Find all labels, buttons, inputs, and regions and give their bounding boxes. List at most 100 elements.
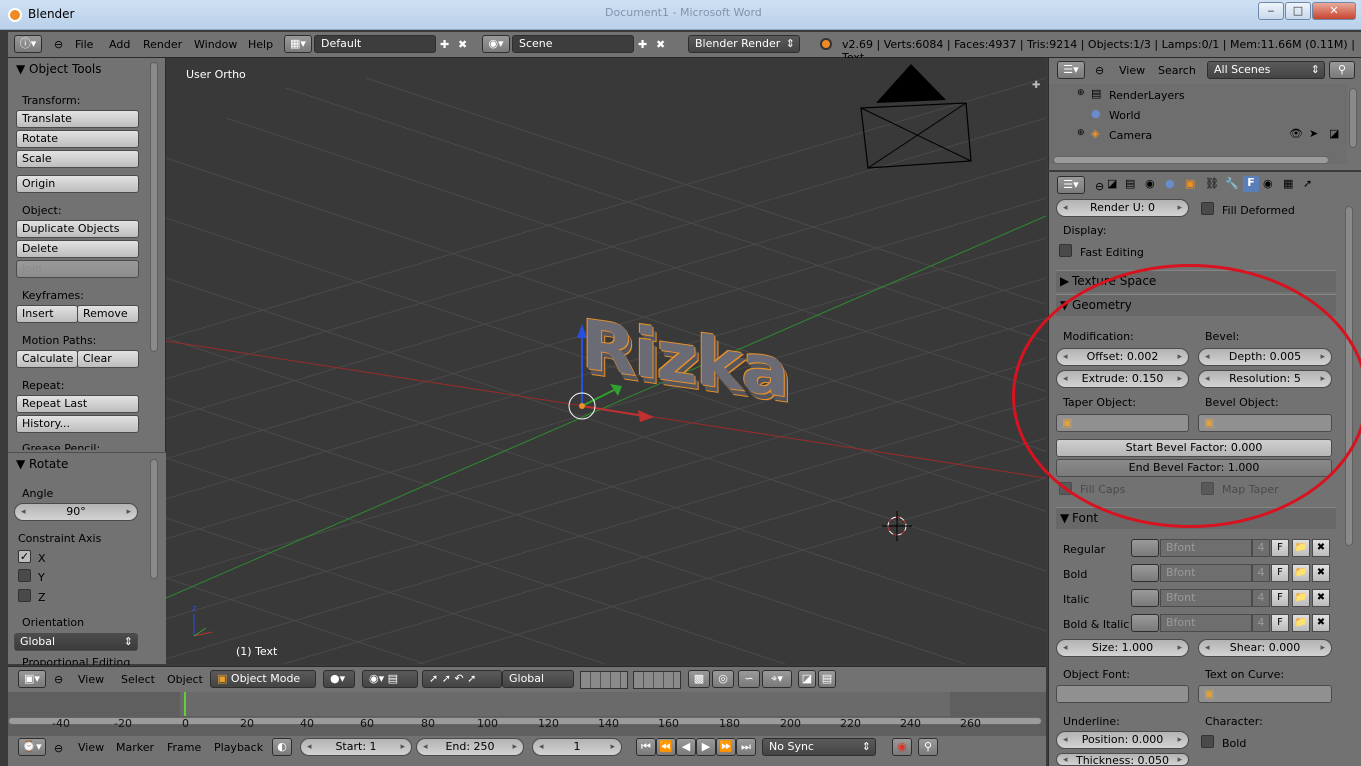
render-toggle-icon[interactable]: ◪ (1329, 127, 1339, 140)
play-icon[interactable]: ▶ (696, 738, 716, 756)
outliner-row-world[interactable]: ● World (1077, 106, 1347, 124)
remove-keyframe-button[interactable]: Remove (77, 305, 139, 323)
modifiers-tab-icon[interactable]: 🔧 (1225, 177, 1239, 190)
join-button[interactable]: Join (16, 260, 139, 278)
jump-keyframe-forward-icon[interactable]: ⏩ (716, 738, 736, 756)
calculate-button[interactable]: Calculate (16, 350, 78, 368)
record-icon[interactable]: ◉ (892, 738, 912, 756)
fast-editing-checkbox[interactable] (1059, 244, 1072, 257)
font-browse-icon[interactable] (1131, 589, 1159, 607)
physics-tab-icon[interactable]: ➚ (1303, 177, 1312, 190)
repeat-last-button[interactable]: Repeat Last (16, 395, 139, 413)
menu-object[interactable]: Object (167, 673, 203, 686)
viewport-plus-icon[interactable]: ✚ (1032, 80, 1040, 91)
material-tab-icon[interactable]: ◉ (1263, 177, 1273, 190)
render-layers-tab-icon[interactable]: ▤ (1125, 177, 1135, 190)
fill-deformed-checkbox[interactable] (1201, 202, 1214, 215)
editor-type-info-icon[interactable]: ⓘ▾ (14, 35, 42, 53)
preview-range-icon[interactable]: ◐ (272, 738, 292, 756)
jump-keyframe-back-icon[interactable]: ⏪ (656, 738, 676, 756)
history-button[interactable]: History... (16, 415, 139, 433)
fake-user-button[interactable]: F (1271, 589, 1289, 607)
axis-z-checkbox[interactable] (18, 589, 31, 602)
menu-marker[interactable]: Marker (116, 741, 154, 754)
fake-user-button[interactable]: F (1271, 614, 1289, 632)
editor-type-properties-icon[interactable]: ☰▾ (1057, 176, 1085, 194)
menu-view[interactable]: View (78, 673, 104, 686)
render-engine-dropdown[interactable]: Blender Render ⇕ (688, 35, 800, 53)
font-name-field[interactable]: Bfont (1160, 564, 1252, 582)
unlink-font-icon[interactable]: ✖ (1312, 539, 1330, 557)
delete-button[interactable]: Delete (16, 240, 139, 258)
mode-dropdown[interactable]: ▣ Object Mode (210, 670, 316, 688)
open-font-icon[interactable]: 📁 (1292, 614, 1310, 632)
outliner-scrollbar[interactable] (1349, 88, 1357, 148)
end-frame-field[interactable]: End: 250 (416, 738, 524, 756)
current-frame-field[interactable]: 1 (532, 738, 622, 756)
open-font-icon[interactable]: 📁 (1292, 564, 1310, 582)
menu-frame[interactable]: Frame (167, 741, 201, 754)
font-name-field[interactable]: Bfont (1160, 589, 1252, 607)
collapse-menu-icon[interactable]: ⊖ (54, 673, 63, 686)
unlink-font-icon[interactable]: ✖ (1312, 614, 1330, 632)
remove-scene-icon[interactable]: ✖ (656, 38, 665, 51)
outliner-filter-dropdown[interactable]: All Scenes ⇕ (1207, 61, 1325, 79)
add-scene-icon[interactable]: ✚ (638, 38, 647, 51)
timeline-scrollbar[interactable] (8, 717, 1042, 725)
rotate-operator-header[interactable]: ▼ Rotate (16, 457, 68, 471)
outliner-menu-search[interactable]: Search (1158, 64, 1196, 77)
open-font-icon[interactable]: 📁 (1292, 589, 1310, 607)
menu-file[interactable]: File (75, 38, 93, 51)
timeline-area[interactable] (8, 692, 1046, 736)
bold-checkbox[interactable] (1201, 735, 1214, 748)
texture-tab-icon[interactable]: ▦ (1283, 177, 1293, 190)
cursor-select-icon[interactable]: ➤ (1309, 127, 1318, 140)
layers-grid-1[interactable] (580, 671, 628, 689)
screen-layout-icon[interactable]: ▦▾ (284, 35, 312, 53)
menu-help[interactable]: Help (248, 38, 273, 51)
font-size-field[interactable]: Size: 1.000 (1056, 639, 1189, 657)
outliner-row-renderlayers[interactable]: ⊕ ▤ RenderLayers (1077, 86, 1347, 104)
scene-icon[interactable]: ◉▾ (482, 35, 510, 53)
fake-user-button[interactable]: F (1271, 564, 1289, 582)
world-tab-icon[interactable]: ● (1165, 177, 1175, 190)
outliner-row-camera[interactable]: ⊕ ◈ Camera 👁 ➤ ◪ (1077, 126, 1347, 144)
angle-field[interactable]: 90° (14, 503, 138, 521)
font-browse-icon[interactable] (1131, 539, 1159, 557)
clear-button[interactable]: Clear (77, 350, 139, 368)
transform-orientation-dropdown[interactable]: Global (502, 670, 574, 688)
tool-shelf-scrollbar[interactable] (150, 62, 158, 352)
outliner-search-icon[interactable]: ⚲ (1329, 61, 1355, 79)
jump-start-icon[interactable]: ⏮ (636, 738, 656, 756)
menu-playback[interactable]: Playback (214, 741, 263, 754)
scene-tab-icon[interactable]: ◉ (1145, 177, 1155, 190)
underline-position-field[interactable]: Position: 0.000 (1056, 731, 1189, 749)
collapse-menu-icon[interactable]: ⊖ (54, 742, 63, 755)
editor-type-3dview-icon[interactable]: ▣▾ (18, 670, 46, 688)
font-name-field[interactable]: Bfont (1160, 539, 1252, 557)
operator-scrollbar[interactable] (150, 459, 158, 579)
outliner-h-scrollbar[interactable] (1053, 156, 1329, 164)
menu-window[interactable]: Window (194, 38, 237, 51)
expand-icon[interactable]: ⊕ (1077, 128, 1085, 138)
menu-render[interactable]: Render (143, 38, 182, 51)
screen-layout-dropdown[interactable]: Default (314, 35, 436, 53)
jump-end-icon[interactable]: ⏭ (736, 738, 756, 756)
duplicate-objects-button[interactable]: Duplicate Objects (16, 220, 139, 238)
render-tab-icon[interactable]: ◪ (1107, 177, 1117, 190)
axis-y-checkbox[interactable] (18, 569, 31, 582)
minimize-button[interactable]: ‒ (1258, 2, 1284, 20)
scale-button[interactable]: Scale (16, 150, 139, 168)
eye-icon[interactable]: 👁 (1289, 127, 1303, 140)
expand-icon[interactable]: ⊕ (1077, 88, 1085, 98)
snap-icon[interactable]: ∽ (738, 670, 760, 688)
object-tab-icon[interactable]: ▣ (1185, 177, 1195, 190)
open-font-icon[interactable]: 📁 (1292, 539, 1310, 557)
unlink-font-icon[interactable]: ✖ (1312, 589, 1330, 607)
render-camera-icon[interactable]: ◪ (798, 670, 816, 688)
render-anim-icon[interactable]: ▤ (818, 670, 836, 688)
editor-type-outliner-icon[interactable]: ☰▾ (1057, 61, 1085, 79)
3d-viewport[interactable]: z User Ortho ✚ Rizka (1) Text (166, 58, 1046, 664)
close-button[interactable]: ✕ (1312, 2, 1356, 20)
layers-grid-2[interactable] (633, 671, 681, 689)
